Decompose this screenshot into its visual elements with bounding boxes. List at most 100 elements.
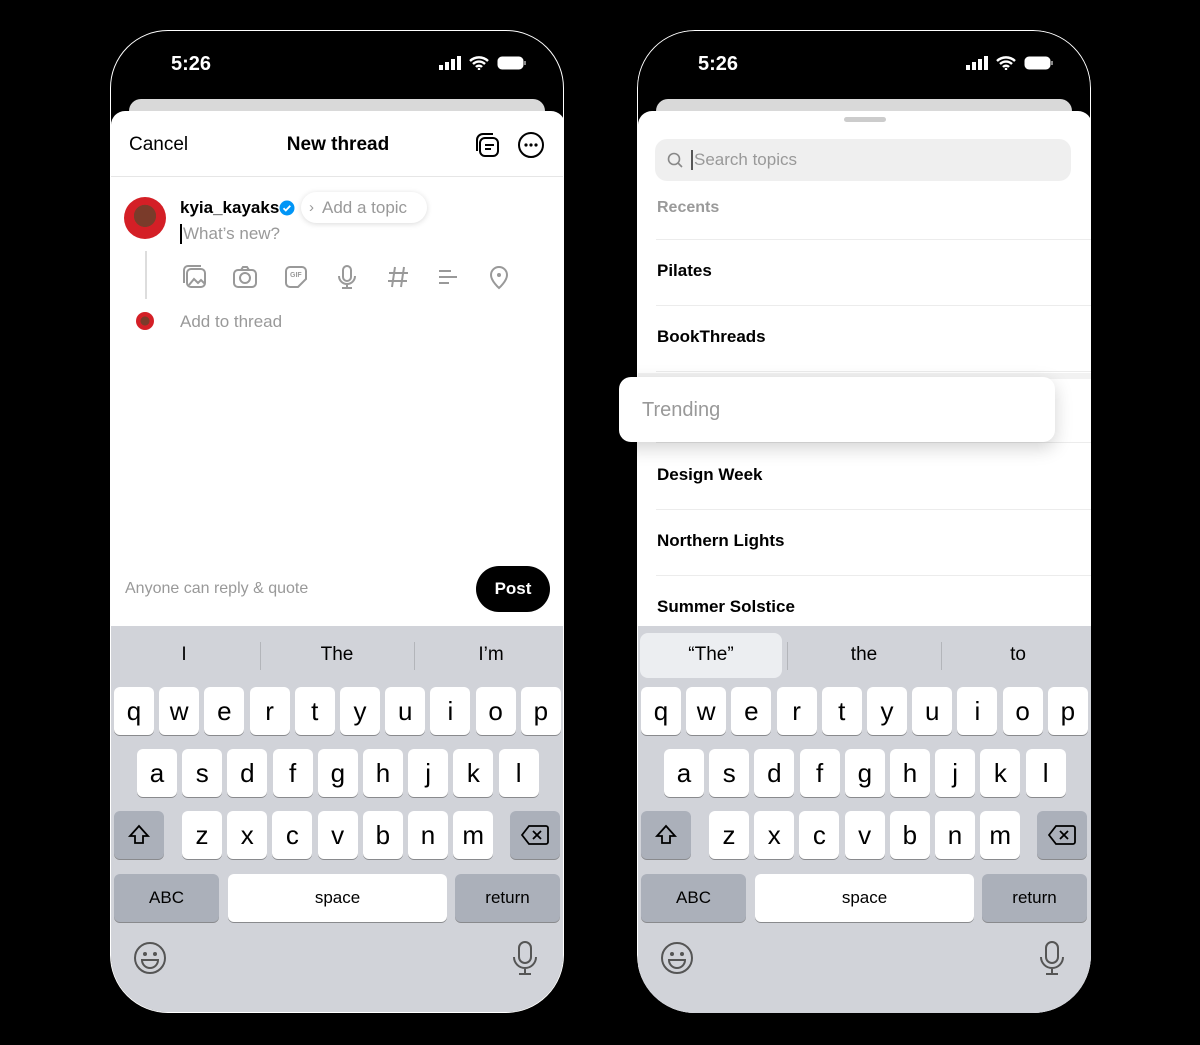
key-s[interactable]: s [182,749,223,797]
more-icon[interactable] [517,131,545,159]
key-m[interactable]: m [453,811,494,859]
key-z[interactable]: z [709,811,749,859]
suggestion-2[interactable]: to [1010,644,1026,666]
key-s[interactable]: s [709,749,750,797]
post-text-input[interactable]: What’s new? [180,224,280,244]
key-b[interactable]: b [362,811,403,859]
key-p[interactable]: p [1047,687,1088,735]
suggestion-1[interactable]: The [321,644,354,666]
emoji-button[interactable] [133,941,167,980]
key-n[interactable]: n [408,811,448,859]
add-to-thread[interactable]: Add to thread [180,312,282,332]
key-y[interactable]: y [340,687,380,735]
key-c[interactable]: c [272,811,313,859]
location-icon[interactable] [485,263,513,291]
wifi-icon [469,56,489,70]
key-u[interactable]: u [912,687,953,735]
dictation-button[interactable] [511,940,539,981]
topic-item[interactable]: Summer Solstice [657,597,795,617]
dictation-button[interactable] [1038,940,1066,981]
drag-handle[interactable] [844,117,886,122]
search-input[interactable]: Search topics [655,139,1071,181]
mic-icon [513,941,537,975]
key-j[interactable]: j [408,749,449,797]
key-x[interactable]: x [754,811,795,859]
key-g[interactable]: g [317,749,358,797]
drafts-icon[interactable] [473,131,501,159]
topic-item[interactable]: BookThreads [657,327,766,347]
space-key[interactable]: space [755,874,974,922]
key-x[interactable]: x [227,811,268,859]
topic-item[interactable]: Design Week [657,465,763,485]
gif-icon[interactable]: GIF [282,263,310,291]
key-y[interactable]: y [867,687,907,735]
key-v[interactable]: v [844,811,885,859]
delete-icon [521,825,549,845]
delete-key[interactable] [1037,811,1087,859]
space-key[interactable]: space [228,874,447,922]
key-h[interactable]: h [363,749,403,797]
signal-icon [966,56,988,70]
add-topic-button[interactable]: › Add a topic [301,192,427,223]
abc-key[interactable]: ABC [114,874,219,922]
key-t[interactable]: t [821,687,862,735]
key-i[interactable]: i [957,687,998,735]
suggestion-2[interactable]: I’m [478,644,503,666]
reply-setting[interactable]: Anyone can reply & quote [125,580,308,598]
key-k[interactable]: k [980,749,1021,797]
key-r[interactable]: r [249,687,290,735]
camera-icon[interactable] [231,263,259,291]
key-w[interactable]: w [686,687,727,735]
key-h[interactable]: h [890,749,930,797]
key-l[interactable]: l [1025,749,1066,797]
key-l[interactable]: l [498,749,539,797]
emoji-button[interactable] [660,941,694,980]
return-key[interactable]: return [455,874,560,922]
suggestion-divider [414,642,415,670]
key-c[interactable]: c [799,811,840,859]
suggestion-0[interactable]: “The” [688,644,733,666]
key-k[interactable]: k [453,749,494,797]
key-e[interactable]: e [731,687,772,735]
key-v[interactable]: v [317,811,358,859]
key-e[interactable]: e [204,687,245,735]
thread-line [145,251,147,299]
key-d[interactable]: d [754,749,795,797]
key-p[interactable]: p [520,687,561,735]
shift-key[interactable] [114,811,164,859]
key-f[interactable]: f [799,749,840,797]
key-m[interactable]: m [980,811,1021,859]
gallery-icon[interactable] [181,263,209,291]
return-key[interactable]: return [982,874,1087,922]
suggestion-0[interactable]: I [181,644,186,666]
delete-key[interactable] [510,811,560,859]
mic-icon[interactable] [333,263,361,291]
key-u[interactable]: u [385,687,426,735]
suggestion-1[interactable]: the [851,644,877,666]
key-d[interactable]: d [227,749,268,797]
key-q[interactable]: q [641,687,681,735]
key-o[interactable]: o [1002,687,1043,735]
key-z[interactable]: z [182,811,222,859]
key-n[interactable]: n [935,811,975,859]
hashtag-icon[interactable] [384,263,412,291]
key-a[interactable]: a [664,749,704,797]
key-r[interactable]: r [776,687,817,735]
key-i[interactable]: i [430,687,471,735]
key-o[interactable]: o [475,687,516,735]
key-j[interactable]: j [935,749,976,797]
key-g[interactable]: g [844,749,885,797]
status-icons [439,56,527,70]
post-button[interactable]: Post [476,566,550,612]
key-f[interactable]: f [272,749,313,797]
key-q[interactable]: q [114,687,154,735]
key-w[interactable]: w [159,687,200,735]
key-a[interactable]: a [137,749,177,797]
topic-item[interactable]: Northern Lights [657,531,785,551]
key-t[interactable]: t [294,687,335,735]
key-b[interactable]: b [889,811,930,859]
poll-icon[interactable] [434,263,462,291]
abc-key[interactable]: ABC [641,874,746,922]
topic-item[interactable]: Pilates [657,261,712,281]
shift-key[interactable] [641,811,691,859]
